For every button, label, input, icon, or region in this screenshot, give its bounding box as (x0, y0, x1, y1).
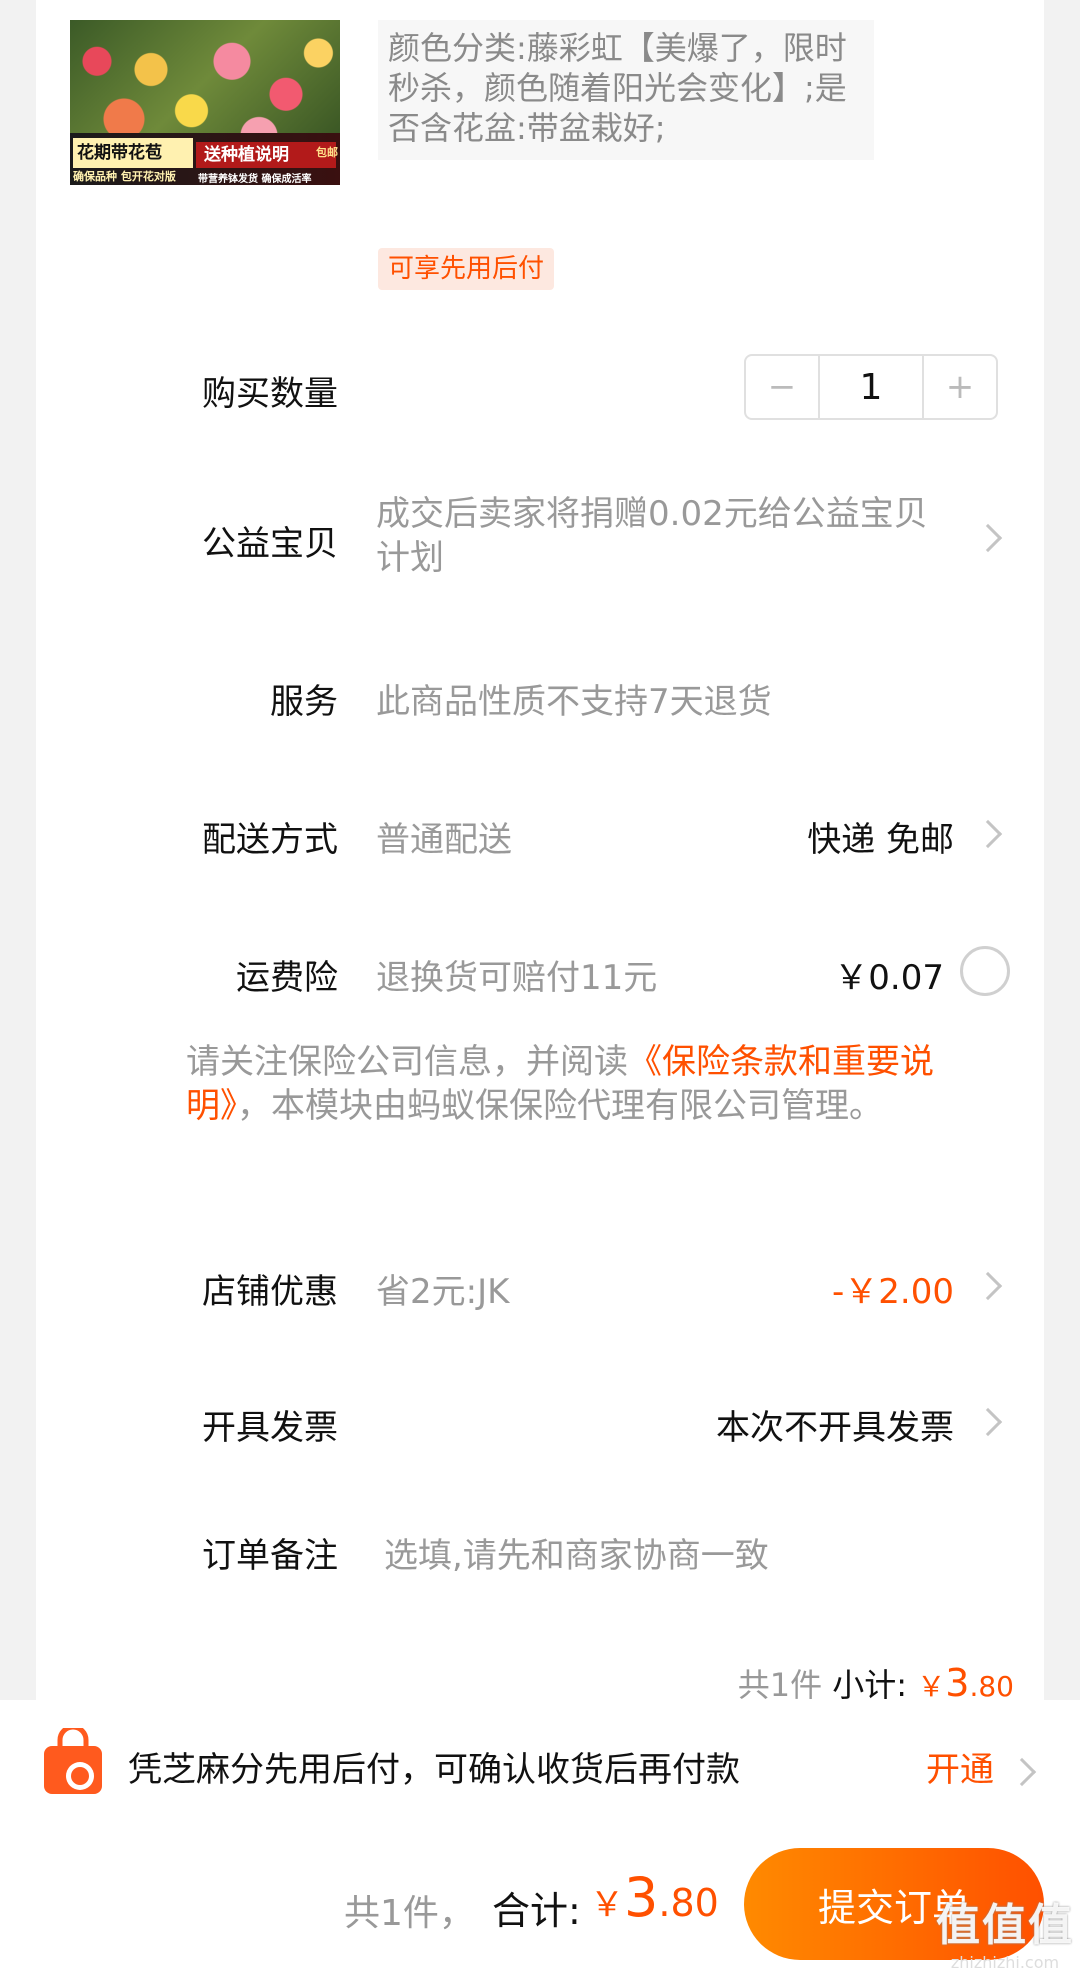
pay-later-banner[interactable]: 凭芝麻分先用后付，可确认收货后再付款 开通 (0, 1700, 1080, 1830)
total-decimal: .80 (658, 1881, 719, 1925)
notice-suffix: ，本模块由蚂蚁保保险代理有限公司管理。 (237, 1086, 883, 1126)
checkout-bar: 共1件， 合计: ￥3.80 提交订单 值值值 zhizhizhi.com (0, 1830, 1080, 1976)
subtotal-count: 共1件 (737, 1666, 823, 1704)
subtotal-decimal: .80 (969, 1670, 1014, 1703)
remark-label: 订单备注 (202, 1536, 338, 1576)
product-variant-text: 颜色分类:藤彩虹【美爆了，限时秒杀，颜色随着阳光会变化】;是否含花盆:带盆栽好; (378, 20, 874, 160)
insurance-price: ￥0.07 (834, 958, 944, 998)
image-tag-instructions: 送种植说明 (196, 142, 336, 168)
total-integer: 3 (624, 1866, 659, 1929)
quantity-value[interactable]: 1 (818, 356, 924, 418)
radio-unchecked-icon[interactable] (960, 946, 1010, 996)
delivery-label: 配送方式 (202, 820, 338, 860)
delivery-method[interactable]: 快递 免邮 (807, 812, 954, 861)
insurance-label: 运费险 (236, 958, 338, 998)
image-badge-free-shipping: 包邮 (316, 146, 338, 159)
service-value: 此商品性质不支持7天退货 (376, 682, 772, 722)
image-tag-blooming: 花期带花苞 (73, 138, 193, 168)
quantity-label: 购买数量 (202, 374, 338, 414)
chevron-right-icon[interactable] (1007, 1757, 1037, 1787)
remark-input[interactable]: 选填,请先和商家协商一致 (384, 1528, 769, 1577)
subtotal-label: 小计: (832, 1666, 908, 1704)
watermark-url: zhizhizhi.com (950, 1953, 1060, 1972)
total-count: 共1件， (344, 1893, 475, 1934)
image-subtext-guarantee: 确保品种 包开花对版 (73, 170, 176, 183)
shop-discount-value[interactable]: 省2元:JK (376, 1264, 509, 1313)
subtotal-symbol: ￥ (917, 1670, 946, 1703)
delivery-value[interactable]: 普通配送 (376, 812, 512, 861)
quantity-minus-button[interactable]: − (746, 356, 818, 418)
image-subtext-shipping: 带营养钵发货 确保成活率 (198, 174, 312, 185)
subtotal-integer: 3 (945, 1661, 970, 1705)
invoice-value[interactable]: 本次不开具发票 (716, 1400, 954, 1449)
total-label: 合计: (492, 1889, 581, 1933)
pay-later-tag: 可享先用后付 (378, 248, 555, 290)
charity-value[interactable]: 成交后卖家将捐赠0.02元给公益宝贝计划 (376, 492, 936, 580)
charity-label: 公益宝贝 (202, 524, 338, 564)
shop-discount-amount[interactable]: -￥2.00 (832, 1264, 954, 1313)
pay-later-text: 凭芝麻分先用后付，可确认收货后再付款 (128, 1750, 740, 1790)
shop-discount-label: 店铺优惠 (202, 1272, 338, 1312)
product-image[interactable]: 花期带花苞 确保品种 包开花对版 送种植说明 包邮 带营养钵发货 确保成活率 (70, 20, 340, 185)
activate-button[interactable]: 开通 (926, 1742, 994, 1791)
insurance-value: 退换货可赔付11元 (376, 958, 658, 998)
notice-prefix: 请关注保险公司信息，并阅读 (186, 1042, 628, 1082)
shopping-bag-icon (44, 1728, 102, 1794)
quantity-stepper[interactable]: − 1 + (744, 354, 998, 420)
service-label: 服务 (270, 682, 338, 722)
total-symbol: ￥ (590, 1885, 624, 1925)
watermark-logo: 值值值 zhizhizhi.com (936, 1889, 1074, 1972)
insurance-notice: 请关注保险公司信息，并阅读《保险条款和重要说明》，本模块由蚂蚁保保险代理有限公司… (186, 1040, 1016, 1128)
invoice-label: 开具发票 (202, 1408, 338, 1448)
watermark-text: 值值值 (936, 1900, 1074, 1951)
quantity-plus-button[interactable]: + (924, 356, 996, 418)
total-price: ￥3.80 (590, 1866, 719, 1929)
